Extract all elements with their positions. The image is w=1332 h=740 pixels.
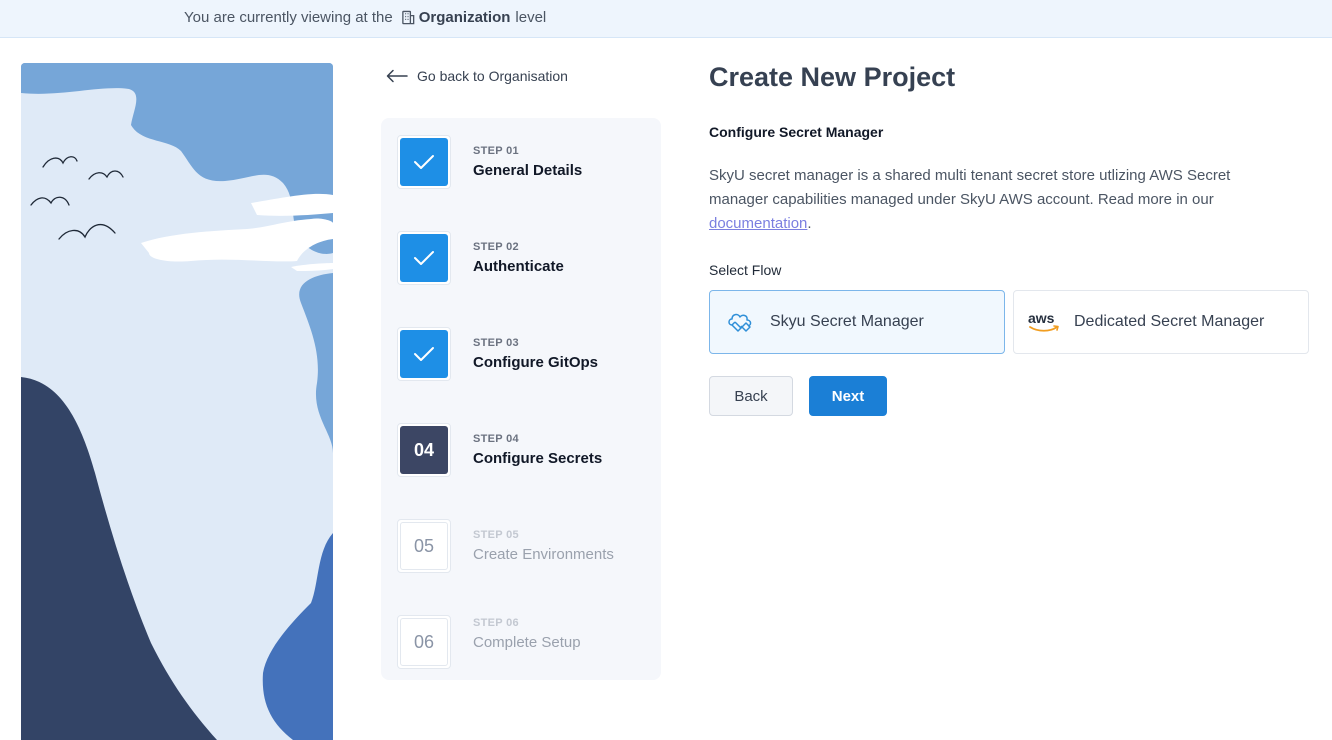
step-title: Configure Secrets	[473, 450, 603, 467]
select-flow-label: Select Flow	[709, 262, 782, 278]
step-configure-gitops[interactable]: STEP 03 Configure GitOps	[397, 327, 647, 383]
arrow-left-icon	[386, 69, 408, 83]
step-title: Configure GitOps	[473, 354, 598, 371]
banner-level-name: Organization	[418, 9, 511, 26]
building-icon	[401, 10, 415, 25]
aws-logo-icon: aws	[1028, 310, 1059, 332]
step-title: General Details	[473, 162, 583, 179]
flow-option-dedicated[interactable]: aws Dedicated Secret Manager	[1013, 290, 1309, 354]
step-indicator	[397, 327, 451, 381]
step-general-details[interactable]: STEP 01 General Details	[397, 135, 647, 191]
landscape-illustration	[21, 63, 333, 740]
step-title: Create Environments	[473, 546, 614, 563]
documentation-link[interactable]: documentation	[709, 215, 807, 232]
step-indicator	[397, 135, 451, 189]
step-authenticate[interactable]: STEP 02 Authenticate	[397, 231, 647, 287]
banner-text: You are currently viewing at the Organiz…	[184, 9, 546, 26]
flow-option-label: Skyu Secret Manager	[770, 313, 924, 330]
step-tag: STEP 01	[473, 145, 519, 157]
flow-option-skyu[interactable]: Skyu Secret Manager	[709, 290, 1005, 354]
step-number: 04	[400, 426, 448, 474]
step-configure-secrets[interactable]: 04 STEP 04 Configure Secrets	[397, 423, 647, 479]
check-icon	[414, 347, 434, 361]
step-indicator: 05	[397, 519, 451, 573]
step-title: Complete Setup	[473, 634, 581, 651]
step-indicator: 06	[397, 615, 451, 669]
context-banner: You are currently viewing at the Organiz…	[0, 0, 1332, 38]
back-button[interactable]: Back	[709, 376, 793, 416]
stepper-panel: STEP 01 General Details STEP 02 Authenti…	[381, 118, 661, 680]
step-tag: STEP 05	[473, 529, 519, 541]
step-indicator	[397, 231, 451, 285]
go-back-link[interactable]: Go back to Organisation	[386, 68, 568, 84]
step-complete-setup: 06 STEP 06 Complete Setup	[397, 615, 647, 671]
flow-option-label: Dedicated Secret Manager	[1074, 313, 1265, 330]
section-subtitle: Configure Secret Manager	[709, 124, 884, 140]
page-title: Create New Project	[709, 62, 956, 92]
banner-suffix: level	[515, 9, 547, 26]
description-suffix: .	[807, 215, 812, 232]
check-icon	[414, 251, 434, 265]
description-text: SkyU secret manager is a shared multi te…	[709, 167, 1231, 208]
banner-prefix: You are currently viewing at the	[184, 9, 393, 26]
check-icon	[414, 155, 434, 169]
banner-level: Organization	[401, 9, 511, 26]
illustration-panel	[21, 63, 333, 740]
step-number: 06	[400, 618, 448, 666]
step-tag: STEP 03	[473, 337, 519, 349]
step-title: Authenticate	[473, 258, 564, 275]
go-back-label: Go back to Organisation	[417, 68, 568, 84]
step-tag: STEP 06	[473, 617, 519, 629]
description: SkyU secret manager is a shared multi te…	[709, 164, 1289, 236]
step-number: 05	[400, 522, 448, 570]
svg-text:aws: aws	[1028, 310, 1055, 326]
step-indicator: 04	[397, 423, 451, 477]
step-tag: STEP 02	[473, 241, 519, 253]
step-tag: STEP 04	[473, 433, 519, 445]
skyu-cloud-icon	[728, 313, 752, 332]
next-button[interactable]: Next	[809, 376, 887, 416]
step-create-environments: 05 STEP 05 Create Environments	[397, 519, 647, 575]
